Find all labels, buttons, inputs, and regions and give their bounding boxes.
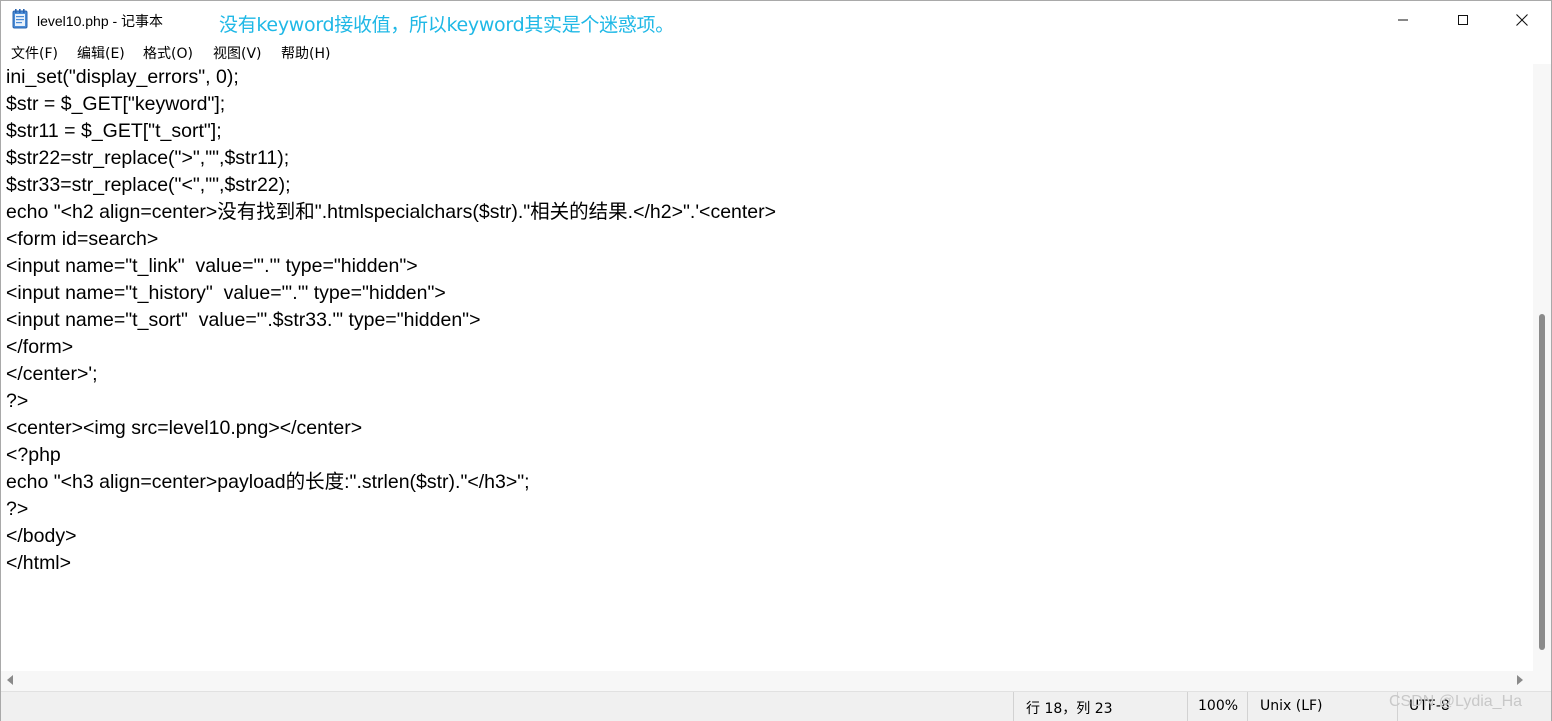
horizontal-scrollbar[interactable] [1, 671, 1533, 691]
vertical-scroll-thumb[interactable] [1539, 314, 1545, 650]
maximize-button[interactable] [1434, 1, 1492, 39]
status-divider [1247, 692, 1248, 721]
scroll-left-icon[interactable] [7, 675, 13, 685]
code-line: ?> [6, 498, 29, 520]
code-line: $str33=str_replace("<","",$str22); [6, 174, 291, 196]
code-line: ini_set("display_errors", 0); [6, 66, 239, 88]
notepad-icon [12, 9, 28, 29]
code-line: </center>'; [6, 363, 98, 385]
annotation-text: 没有keyword接收值，所以keyword其实是个迷惑项。 [219, 14, 674, 36]
code-line: <?php [6, 444, 61, 466]
minimize-button[interactable] [1374, 1, 1432, 39]
menu-file[interactable]: 文件(F) [11, 43, 58, 63]
vertical-scrollbar[interactable] [1533, 64, 1551, 671]
window-title: level10.php - 记事本 [37, 13, 164, 29]
code-line: <input name="t_sort" value="'.$str33.'" … [6, 309, 481, 331]
status-divider [1013, 692, 1014, 721]
menu-format[interactable]: 格式(O) [143, 43, 193, 63]
scroll-right-icon[interactable] [1517, 675, 1523, 685]
menu-view[interactable]: 视图(V) [213, 43, 262, 63]
scrollbar-corner [1533, 671, 1551, 691]
code-line: <form id=search> [6, 228, 159, 250]
code-line: </body> [6, 525, 77, 547]
watermark: CSDN @Lydia_Ha [1389, 693, 1523, 710]
line-ending: Unix (LF) [1260, 698, 1323, 714]
code-line: echo "<h2 align=center>没有找到和".htmlspecia… [6, 201, 777, 223]
zoom-level: 100% [1198, 698, 1239, 714]
menu-bar: 文件(F) 编辑(E) 格式(O) 视图(V) 帮助(H) [1, 39, 1551, 64]
menu-help[interactable]: 帮助(H) [281, 43, 330, 63]
code-line: ?> [6, 390, 29, 412]
code-line: </form> [6, 336, 74, 358]
code-line: </html> [6, 552, 72, 574]
maximize-icon [1458, 15, 1468, 25]
title-bar[interactable]: level10.php - 记事本 没有keyword接收值，所以keyword… [1, 1, 1551, 39]
close-button[interactable] [1493, 1, 1551, 39]
text-editor[interactable]: ini_set("display_errors", 0); $str = $_G… [1, 64, 1533, 671]
close-icon [1516, 14, 1528, 26]
code-line: <center><img src=level10.png></center> [6, 417, 363, 439]
status-bar: 行 18，列 23 100% Unix (LF) UTF-8 [1, 691, 1551, 721]
cursor-position: 行 18，列 23 [1026, 701, 1113, 717]
notepad-window: level10.php - 记事本 没有keyword接收值，所以keyword… [0, 0, 1552, 721]
menu-edit[interactable]: 编辑(E) [77, 43, 125, 63]
code-line: $str = $_GET["keyword"]; [6, 93, 226, 115]
code-line: <input name="t_history" value="'.'" type… [6, 282, 446, 304]
status-divider [1187, 692, 1188, 721]
code-line: $str11 = $_GET["t_sort"]; [6, 120, 222, 142]
code-line: echo "<h3 align=center>payload的长度:".strl… [6, 471, 530, 493]
code-line: $str22=str_replace(">","",$str11); [6, 147, 290, 169]
minimize-icon [1398, 19, 1408, 21]
code-line: <input name="t_link" value="'.'" type="h… [6, 255, 418, 277]
